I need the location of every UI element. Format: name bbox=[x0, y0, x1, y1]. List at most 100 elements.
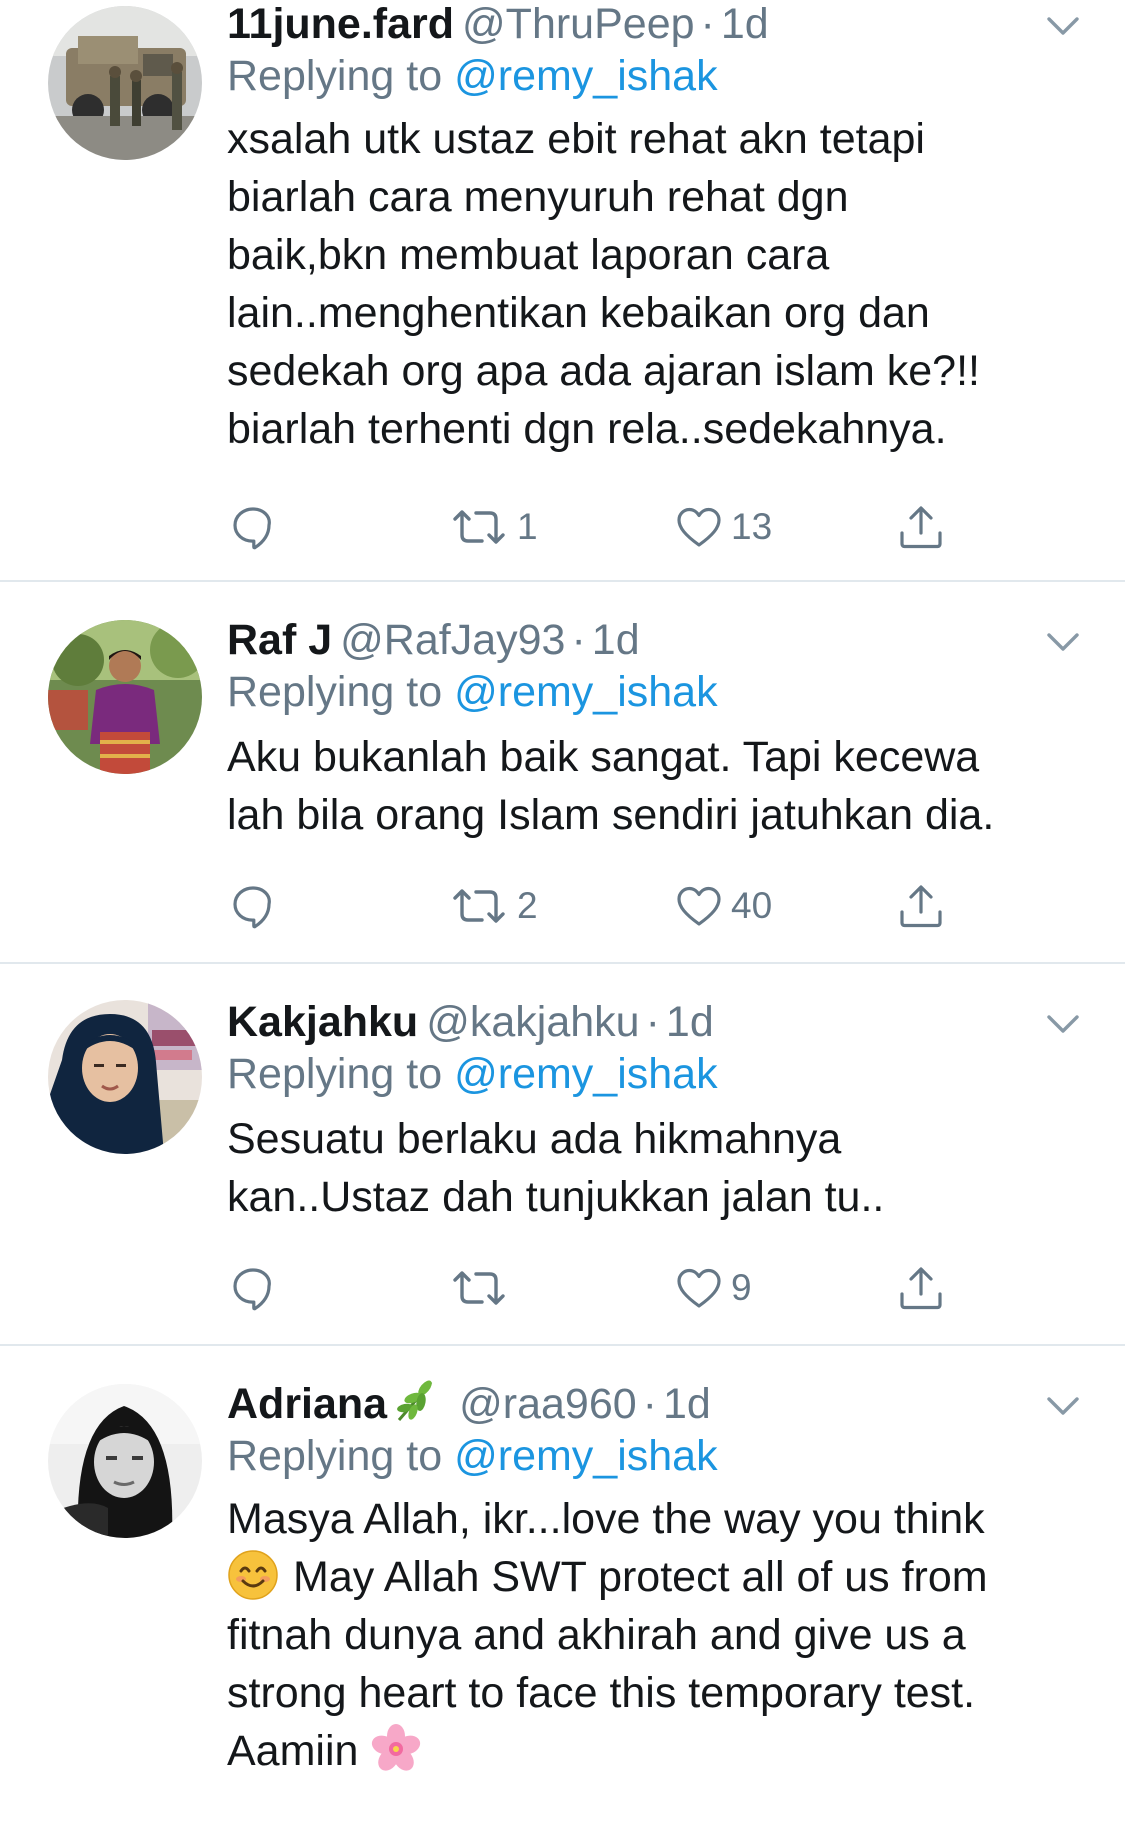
avatar[interactable] bbox=[48, 1000, 202, 1154]
retweet-count: 1 bbox=[517, 506, 538, 547]
like-count: 9 bbox=[731, 1267, 752, 1308]
like-count: 40 bbox=[731, 885, 773, 926]
share-button[interactable] bbox=[897, 1260, 945, 1316]
tweet-text-line-with-emoji: May Allah SWT protect all of us from bbox=[227, 1548, 1087, 1606]
action-bar: 2 40 bbox=[227, 878, 1087, 934]
tweet-header: Kakjahku @kakjahku · 1d bbox=[227, 994, 714, 1050]
tweet-text-line: lah bila orang Islam sendiri jatuhkan di… bbox=[227, 791, 995, 839]
heart-icon bbox=[675, 884, 723, 928]
heart-icon bbox=[675, 505, 723, 549]
user-handle[interactable]: @kakjahku bbox=[426, 998, 639, 1046]
tweet-text-segment: Aamiin bbox=[227, 1727, 359, 1775]
tweet-header: Adriana @raa960 · 1d bbox=[227, 1376, 711, 1432]
tweet-text: Sesuatu berlaku ada hikmahnya kan..Ustaz… bbox=[227, 1110, 1087, 1226]
cherry-blossom-emoji-icon bbox=[372, 1724, 421, 1771]
replying-to-label: Replying to bbox=[227, 1432, 443, 1480]
tweet-text-line: lain..menghentikan kebaikan org dan bbox=[227, 289, 930, 337]
like-count: 13 bbox=[731, 506, 773, 547]
reply-button[interactable] bbox=[229, 878, 277, 934]
user-handle[interactable]: @RafJay93 bbox=[340, 616, 565, 664]
retweet-icon bbox=[449, 507, 509, 547]
replying-to: Replying to @remy_ishak bbox=[227, 48, 718, 104]
replying-to: Replying to @remy_ishak bbox=[227, 1428, 718, 1484]
replying-to-mention[interactable]: @remy_ishak bbox=[454, 1432, 718, 1480]
tweet-text-line: xsalah utk ustaz ebit rehat akn tetapi bbox=[227, 115, 925, 163]
like-button[interactable]: 9 bbox=[675, 1260, 752, 1316]
reply-button[interactable] bbox=[229, 1260, 277, 1316]
reply-icon bbox=[229, 503, 277, 551]
tweet-text-line: kan..Ustaz dah tunjukkan jalan tu.. bbox=[227, 1173, 885, 1221]
separator-dot: · bbox=[700, 0, 715, 48]
tweet[interactable]: Raf J @RafJay93 · 1d Replying to @remy_isha… bbox=[0, 582, 1125, 962]
chevron-down-icon[interactable] bbox=[1045, 14, 1081, 38]
avatar[interactable] bbox=[48, 6, 202, 160]
retweet-icon bbox=[449, 886, 509, 926]
tweet[interactable]: Adriana @raa960 · 1d Replying to @remy_ish… bbox=[0, 1346, 1125, 1824]
replying-to-label: Replying to bbox=[227, 668, 443, 716]
display-name[interactable]: Kakjahku bbox=[227, 998, 418, 1046]
tweet[interactable]: Kakjahku @kakjahku · 1d Replying to @remy_i… bbox=[0, 964, 1125, 1344]
retweet-button[interactable]: 2 bbox=[449, 878, 538, 934]
timestamp[interactable]: 1d bbox=[663, 1380, 711, 1428]
avatar[interactable] bbox=[48, 620, 202, 774]
user-handle[interactable]: @ThruPeep bbox=[462, 0, 695, 48]
tweet-text-line: fitnah dunya and akhirah and give us a bbox=[227, 1611, 966, 1659]
retweet-button[interactable]: 1 bbox=[449, 499, 538, 555]
tweet-text-line: strong heart to face this temporary test… bbox=[227, 1669, 976, 1717]
action-bar: 1 13 bbox=[227, 499, 1087, 555]
heart-icon bbox=[675, 1266, 723, 1310]
like-button[interactable]: 13 bbox=[675, 499, 772, 555]
replying-to-mention[interactable]: @remy_ishak bbox=[454, 668, 718, 716]
tweet-header: Raf J @RafJay93 · 1d bbox=[227, 612, 640, 668]
timestamp[interactable]: 1d bbox=[592, 616, 640, 664]
retweet-icon bbox=[449, 1268, 509, 1308]
tweet-text-line: baik,bkn membuat laporan cara bbox=[227, 231, 830, 279]
smiling-face-emoji-icon bbox=[228, 1550, 278, 1600]
share-icon bbox=[897, 882, 945, 930]
chevron-down-icon[interactable] bbox=[1045, 630, 1081, 654]
herb-emoji-icon bbox=[397, 1380, 433, 1421]
replying-to: Replying to @remy_ishak bbox=[227, 1046, 718, 1102]
tweet-text: Masya Allah, ikr...love the way you thin… bbox=[227, 1490, 1087, 1780]
share-icon bbox=[897, 503, 945, 551]
display-name[interactable]: 11june.fard bbox=[227, 0, 454, 48]
display-name[interactable]: Adriana bbox=[227, 1380, 387, 1428]
user-handle[interactable]: @raa960 bbox=[459, 1380, 637, 1428]
timestamp[interactable]: 1d bbox=[666, 998, 714, 1046]
separator-dot: · bbox=[642, 1380, 657, 1428]
separator-dot: · bbox=[571, 616, 586, 664]
tweet-text: xsalah utk ustaz ebit rehat akn tetapi b… bbox=[227, 110, 1087, 458]
reply-icon bbox=[229, 882, 277, 930]
tweet-header: 11june.fard @ThruPeep · 1d bbox=[227, 0, 769, 52]
retweet-count: 2 bbox=[517, 885, 538, 926]
tweet-text-line: biarlah cara menyuruh rehat dgn bbox=[227, 173, 849, 221]
share-button[interactable] bbox=[897, 878, 945, 934]
share-icon bbox=[897, 1264, 945, 1312]
tweet[interactable]: 11june.fard @ThruPeep · 1d Replying to @rem… bbox=[0, 0, 1125, 577]
tweet-text-line: sedekah org apa ada ajaran islam ke?!! bbox=[227, 347, 980, 395]
share-button[interactable] bbox=[897, 499, 945, 555]
tweet-text-line: Sesuatu berlaku ada hikmahnya bbox=[227, 1115, 842, 1163]
retweet-button[interactable] bbox=[449, 1260, 517, 1316]
tweet-text-line-with-emoji: Aamiin bbox=[227, 1722, 1087, 1780]
replying-to-mention[interactable]: @remy_ishak bbox=[454, 52, 718, 100]
separator-dot: · bbox=[645, 998, 660, 1046]
tweet-text-segment: May Allah SWT protect all of us from bbox=[293, 1553, 988, 1601]
replying-to-label: Replying to bbox=[227, 1050, 443, 1098]
action-bar: 9 bbox=[227, 1260, 1087, 1316]
chevron-down-icon[interactable] bbox=[1045, 1012, 1081, 1036]
reply-button[interactable] bbox=[229, 499, 277, 555]
replying-to-label: Replying to bbox=[227, 52, 443, 100]
tweet-text-line: Masya Allah, ikr...love the way you thin… bbox=[227, 1495, 985, 1543]
tweet-text-line: biarlah terhenti dgn rela..sedekahnya. bbox=[227, 405, 947, 453]
tweet-text: Aku bukanlah baik sangat. Tapi kecewa la… bbox=[227, 728, 1087, 844]
replying-to-mention[interactable]: @remy_ishak bbox=[454, 1050, 718, 1098]
reply-icon bbox=[229, 1264, 277, 1312]
display-name[interactable]: Raf J bbox=[227, 616, 332, 664]
replying-to: Replying to @remy_ishak bbox=[227, 664, 718, 720]
avatar[interactable] bbox=[48, 1384, 202, 1538]
chevron-down-icon[interactable] bbox=[1045, 1394, 1081, 1418]
tweet-text-line: Aku bukanlah baik sangat. Tapi kecewa bbox=[227, 733, 980, 781]
timestamp[interactable]: 1d bbox=[721, 0, 769, 48]
like-button[interactable]: 40 bbox=[675, 878, 772, 934]
